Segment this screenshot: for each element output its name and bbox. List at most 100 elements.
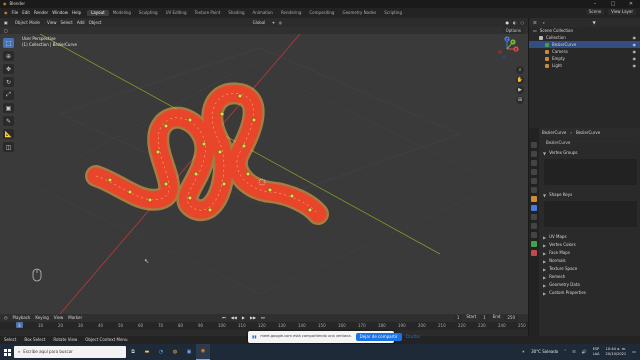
zoom-icon[interactable]: ⌕	[516, 66, 524, 74]
outliner-row[interactable]: Light ◉	[529, 62, 640, 69]
visibility-eye-icon[interactable]: ◉	[633, 42, 637, 47]
prev-key-icon[interactable]: ◀◀	[231, 316, 237, 320]
data-name-field[interactable]: BezierCurve	[543, 140, 637, 146]
navigation-gizmo[interactable]: X Z Y	[494, 36, 520, 62]
pan-icon[interactable]: ✋	[516, 76, 524, 84]
panel-geometry-data[interactable]: ▶ Geometry Data	[540, 281, 640, 289]
move-tool-icon[interactable]: ✥	[3, 64, 14, 74]
transform-orientation[interactable]: Global	[249, 19, 269, 26]
shape-keys-list[interactable]	[544, 201, 637, 227]
menu-object[interactable]: Object	[89, 20, 102, 25]
object-tab-icon[interactable]	[531, 196, 537, 202]
tab-geometry-nodes[interactable]: Geometry Nodes	[338, 10, 380, 16]
shading-rendered-icon[interactable]: ○	[521, 20, 525, 25]
menu-view[interactable]: View	[47, 20, 57, 25]
world-tab-icon[interactable]	[531, 187, 537, 193]
panel-texture-space[interactable]: ▶ Texture Space	[540, 265, 640, 273]
file-explorer-icon[interactable]: ▬	[140, 344, 154, 360]
panel-vertex-groups[interactable]: ▼ Vertex Groups	[540, 149, 640, 157]
notifications-icon[interactable]: ▭	[632, 350, 636, 354]
store-icon[interactable]: ▣	[182, 344, 196, 360]
vertex-groups-list[interactable]	[544, 159, 637, 185]
jump-start-icon[interactable]: ⏮	[222, 316, 226, 320]
camera-view-icon[interactable]: ▶	[516, 86, 524, 94]
view-layer-tab-icon[interactable]	[531, 169, 537, 175]
end-frame-field[interactable]: 250	[504, 315, 518, 321]
current-frame-field[interactable]: 1	[453, 315, 463, 321]
material-tab-icon[interactable]	[531, 250, 537, 256]
menu-file[interactable]: File	[12, 11, 19, 15]
tab-sculpting[interactable]: Sculpting	[135, 10, 162, 16]
next-key-icon[interactable]: ▶▶	[250, 316, 256, 320]
tab-modeling[interactable]: Modeling	[109, 10, 135, 16]
menu-render[interactable]: Render	[34, 11, 48, 15]
menu-select[interactable]: Select	[60, 20, 72, 25]
jump-end-icon[interactable]: ⏭	[261, 316, 265, 320]
outliner-editor-icon[interactable]: ☰	[533, 20, 537, 25]
minimize-button[interactable]: –	[586, 0, 604, 8]
tab-shading[interactable]: Shading	[224, 10, 248, 16]
select-mode-icon[interactable]: ▢	[4, 28, 8, 33]
edge-icon[interactable]: ◔	[154, 344, 168, 360]
scale-tool-icon[interactable]: ⤢	[3, 90, 14, 100]
visibility-eye-icon[interactable]: ◉	[633, 49, 637, 54]
stop-sharing-button[interactable]: Dejar de compartir	[355, 333, 402, 341]
weather-text[interactable]: 30°C Soleado	[531, 350, 558, 354]
start-frame-field[interactable]: 1	[480, 315, 489, 321]
hide-button[interactable]: Ocultar	[406, 335, 421, 339]
outliner-search-field[interactable]: ⌕	[539, 19, 590, 26]
output-tab-icon[interactable]	[531, 160, 537, 166]
outliner-row[interactable]: BezierCurve ◉	[529, 41, 640, 48]
menu-timeline-view[interactable]: View	[54, 316, 64, 320]
shading-material-icon[interactable]: ◐	[513, 20, 517, 25]
select-box-tool-icon[interactable]: ⬚	[3, 38, 14, 48]
physics-tab-icon[interactable]	[531, 223, 537, 229]
menu-keying[interactable]: Keying	[35, 316, 48, 320]
measure-tool-icon[interactable]: 📐	[3, 129, 14, 139]
filter-icon[interactable]: ▼	[593, 20, 596, 25]
data-tab-icon[interactable]	[531, 241, 537, 247]
menu-add[interactable]: Add	[77, 20, 85, 25]
editor-type-icon[interactable]: ▣	[4, 20, 8, 25]
particles-tab-icon[interactable]	[531, 214, 537, 220]
annotate-tool-icon[interactable]: ✎	[3, 116, 14, 126]
play-icon[interactable]: ▶	[242, 316, 245, 320]
scene-selector[interactable]: Scene	[585, 9, 605, 15]
panel-face-maps[interactable]: ▶ Face Maps	[540, 249, 640, 257]
shading-solid-icon[interactable]: ●	[506, 20, 510, 25]
menu-help[interactable]: Help	[72, 11, 81, 15]
tab-layout[interactable]: Layout	[87, 10, 109, 16]
blender-menu-icon[interactable]: ◉	[4, 11, 8, 15]
weather-icon[interactable]: ☀	[521, 350, 525, 354]
options-dropdown[interactable]: Options	[502, 27, 524, 34]
tab-uv-editing[interactable]: UV Editing	[162, 10, 191, 16]
close-button[interactable]: ✕	[622, 0, 640, 8]
mode-selector[interactable]: Object Mode	[11, 19, 43, 26]
outliner-row[interactable]: Camera ◉	[529, 48, 640, 55]
visibility-eye-icon[interactable]: ◉	[633, 63, 637, 68]
panel-remesh[interactable]: ▶ Remesh	[540, 273, 640, 281]
tray-chevron-icon[interactable]: ˄	[564, 350, 566, 354]
visibility-eye-icon[interactable]: ◉	[633, 56, 637, 61]
tab-texture-paint[interactable]: Texture Paint	[190, 10, 224, 16]
timeline-editor-icon[interactable]: ◷	[4, 316, 8, 320]
rotate-tool-icon[interactable]: ↻	[3, 77, 14, 87]
panel-normals[interactable]: ▶ Normals	[540, 257, 640, 265]
constraints-tab-icon[interactable]	[531, 232, 537, 238]
scene-tab-icon[interactable]	[531, 178, 537, 184]
outliner-row[interactable]: Empty ◉	[529, 55, 640, 62]
ortho-toggle-icon[interactable]: ⊞	[516, 96, 524, 104]
network-icon[interactable]: ☷	[572, 350, 576, 354]
snap-icon[interactable]: ⌖	[272, 20, 274, 25]
tab-rendering[interactable]: Rendering	[277, 10, 305, 16]
tool-tab-icon[interactable]	[531, 142, 537, 148]
panel-vertex-colors[interactable]: ▶ Vertex Colors	[540, 241, 640, 249]
add-cube-tool-icon[interactable]: ◫	[3, 142, 14, 152]
chrome-icon[interactable]: ◍	[168, 344, 182, 360]
language-indicator[interactable]: ESP LAA	[593, 347, 600, 356]
panel-custom-properties[interactable]: ▶ Custom Properties	[540, 289, 640, 297]
timeline-ruler[interactable]: 1 0 10 20 30 40 50 60 70 80 90 100 110 120 130 140 150 1…	[0, 322, 528, 330]
modifier-tab-icon[interactable]	[531, 205, 537, 211]
volume-icon[interactable]: 🔊	[582, 350, 587, 354]
menu-marker[interactable]: Marker	[68, 316, 82, 320]
